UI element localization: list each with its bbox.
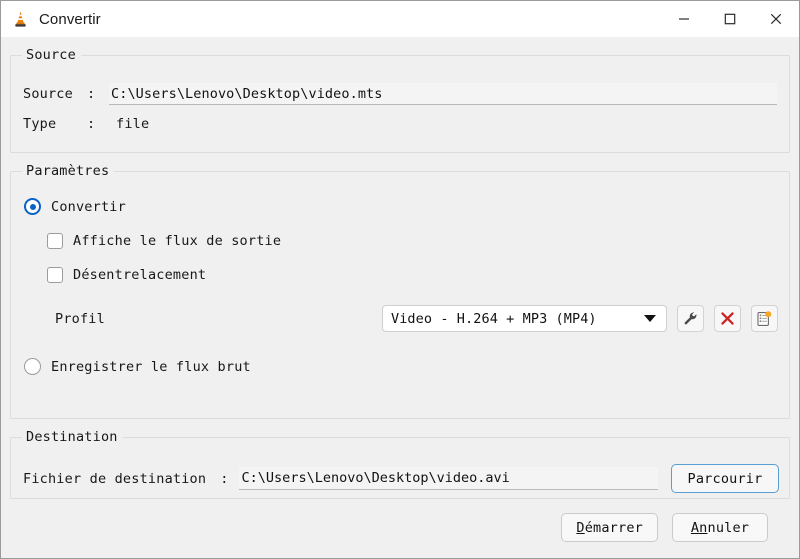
raw-stream-radio-button[interactable]	[24, 358, 41, 375]
start-button[interactable]: Démarrer	[561, 513, 658, 542]
deinterlace-label: Désentrelacement	[73, 267, 207, 283]
source-colon: :	[87, 86, 96, 102]
parameters-group-title: Paramètres	[22, 163, 115, 179]
convert-radio-row[interactable]: Convertir	[11, 198, 789, 215]
red-x-icon	[720, 311, 735, 326]
deinterlace-checkbox-row[interactable]: Désentrelacement	[11, 267, 789, 283]
destination-file-colon: :	[220, 470, 229, 487]
profile-row: Profil Video - H.264 + MP3 (MP4)	[11, 305, 789, 332]
start-button-label: émarrer	[584, 519, 643, 536]
profile-selected-value: Video - H.264 + MP3 (MP4)	[390, 310, 597, 327]
title-bar-left: Convertir	[1, 10, 101, 29]
display-output-checkbox-row[interactable]: Affiche le flux de sortie	[11, 233, 789, 249]
new-profile-button[interactable]	[750, 305, 778, 332]
profile-select[interactable]: Video - H.264 + MP3 (MP4)	[381, 305, 667, 332]
type-colon: :	[87, 116, 96, 132]
source-row: Source : C:\Users\Lenovo\Desktop\video.m…	[11, 83, 789, 105]
new-profile-icon	[756, 310, 772, 327]
parameters-group: Paramètres Convertir Affiche le flux de …	[10, 163, 790, 419]
destination-group-title: Destination	[22, 429, 123, 445]
display-output-checkbox[interactable]	[47, 233, 63, 249]
vlc-cone-icon	[11, 10, 30, 29]
type-label: Type	[23, 116, 57, 132]
raw-stream-radio-row[interactable]: Enregistrer le flux brut	[11, 358, 789, 375]
source-label: Source	[23, 86, 73, 102]
display-output-label: Affiche le flux de sortie	[73, 233, 282, 249]
convert-dialog-window: Convertir Source Source : C:\Users\Lenov…	[0, 0, 800, 559]
type-row: Type : file	[11, 116, 789, 132]
browse-button[interactable]: Parcourir	[671, 464, 779, 493]
chevron-down-icon	[643, 315, 656, 322]
raw-stream-radio-label: Enregistrer le flux brut	[51, 358, 251, 375]
window-title: Convertir	[39, 10, 101, 28]
window-controls	[661, 1, 799, 37]
edit-profile-button[interactable]	[676, 305, 704, 332]
destination-file-row: Fichier de destination : C:\Users\Lenovo…	[11, 464, 789, 493]
deinterlace-checkbox[interactable]	[47, 267, 63, 283]
convert-radio-button[interactable]	[24, 198, 41, 215]
profile-label: Profil	[55, 310, 105, 327]
type-value: file	[116, 116, 150, 132]
cancel-button[interactable]: An nuler	[672, 513, 768, 542]
maximize-icon[interactable]	[707, 1, 753, 37]
cancel-button-label: nuler	[707, 519, 750, 536]
source-group-title: Source	[22, 47, 81, 63]
title-bar: Convertir	[1, 1, 799, 37]
destination-path-field[interactable]: C:\Users\Lenovo\Desktop\video.avi	[238, 467, 658, 490]
destination-group: Destination Fichier de destination : C:\…	[10, 429, 790, 499]
dialog-body: Source Source : C:\Users\Lenovo\Desktop\…	[1, 37, 799, 558]
minimize-icon[interactable]	[661, 1, 707, 37]
dialog-button-bar: Démarrer An nuler	[10, 499, 790, 542]
close-icon[interactable]	[753, 1, 799, 37]
wrench-icon	[683, 311, 698, 326]
cancel-button-mnemonic: An	[690, 519, 708, 536]
source-path-field[interactable]: C:\Users\Lenovo\Desktop\video.mts	[109, 83, 777, 105]
destination-file-label: Fichier de destination	[23, 470, 207, 487]
convert-radio-label: Convertir	[51, 198, 126, 215]
start-button-mnemonic: D	[576, 519, 585, 536]
delete-profile-button[interactable]	[713, 305, 741, 332]
source-group: Source Source : C:\Users\Lenovo\Desktop\…	[10, 47, 790, 153]
